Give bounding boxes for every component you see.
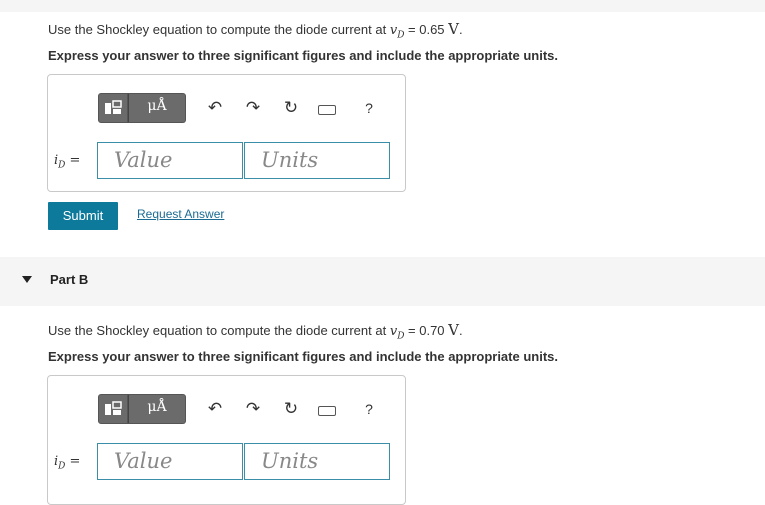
reset-icon[interactable]: ↻ bbox=[282, 400, 300, 418]
redo-icon[interactable]: ↷ bbox=[244, 99, 262, 117]
part-b-instruction: Express your answer to three significant… bbox=[48, 349, 558, 364]
variable-vd: vD bbox=[389, 324, 405, 342]
value-input[interactable]: Value bbox=[97, 443, 243, 480]
prompt-unit: V bbox=[448, 321, 460, 339]
answer-label: iD = bbox=[54, 153, 81, 171]
redo-icon[interactable]: ↷ bbox=[244, 400, 262, 418]
templates-button[interactable] bbox=[98, 394, 128, 424]
part-a-prompt: Use the Shockley equation to compute the… bbox=[48, 20, 463, 41]
part-b-answer-box: μÅ ↶ ↷ ↻ ? iD = Value Units bbox=[47, 375, 406, 505]
value-input[interactable]: Value bbox=[97, 142, 243, 179]
prompt-unit: V bbox=[448, 20, 460, 38]
templates-icon bbox=[105, 401, 122, 415]
prompt-period: . bbox=[459, 22, 463, 37]
submit-button[interactable]: Submit bbox=[48, 202, 118, 230]
units-icon: μÅ bbox=[147, 399, 167, 415]
units-button[interactable]: μÅ bbox=[128, 394, 186, 424]
part-b-toolbar: μÅ ↶ ↷ ↻ ? bbox=[98, 392, 373, 432]
request-answer-link[interactable]: Request Answer bbox=[137, 207, 224, 221]
help-icon[interactable]: ? bbox=[360, 99, 378, 117]
part-b-prompt: Use the Shockley equation to compute the… bbox=[48, 321, 463, 342]
variable-vd: vD bbox=[389, 23, 405, 41]
help-icon[interactable]: ? bbox=[360, 400, 378, 418]
answer-label: iD = bbox=[54, 454, 81, 472]
collapse-caret-icon[interactable] bbox=[22, 276, 32, 283]
prompt-text: Use the Shockley equation to compute the… bbox=[48, 22, 390, 37]
part-a-toolbar: μÅ ↶ ↷ ↻ ? bbox=[98, 91, 373, 131]
units-icon: μÅ bbox=[147, 98, 167, 114]
units-input[interactable]: Units bbox=[244, 142, 390, 179]
units-input[interactable]: Units bbox=[244, 443, 390, 480]
keyboard-icon[interactable] bbox=[318, 406, 336, 416]
undo-icon[interactable]: ↶ bbox=[206, 400, 224, 418]
part-b-header[interactable] bbox=[0, 257, 765, 306]
prompt-value: = 0.70 bbox=[408, 323, 445, 338]
prompt-value: = 0.65 bbox=[408, 22, 445, 37]
top-strip bbox=[0, 0, 765, 12]
keyboard-icon[interactable] bbox=[318, 105, 336, 115]
prompt-text: Use the Shockley equation to compute the… bbox=[48, 323, 390, 338]
part-a-instruction: Express your answer to three significant… bbox=[48, 48, 558, 63]
reset-icon[interactable]: ↻ bbox=[282, 99, 300, 117]
part-a-answer-box: μÅ ↶ ↷ ↻ ? iD = Value Units bbox=[47, 74, 406, 192]
undo-icon[interactable]: ↶ bbox=[206, 99, 224, 117]
templates-button[interactable] bbox=[98, 93, 128, 123]
templates-icon bbox=[105, 100, 122, 114]
part-b-title[interactable]: Part B bbox=[50, 272, 88, 287]
units-button[interactable]: μÅ bbox=[128, 93, 186, 123]
prompt-period: . bbox=[459, 323, 463, 338]
